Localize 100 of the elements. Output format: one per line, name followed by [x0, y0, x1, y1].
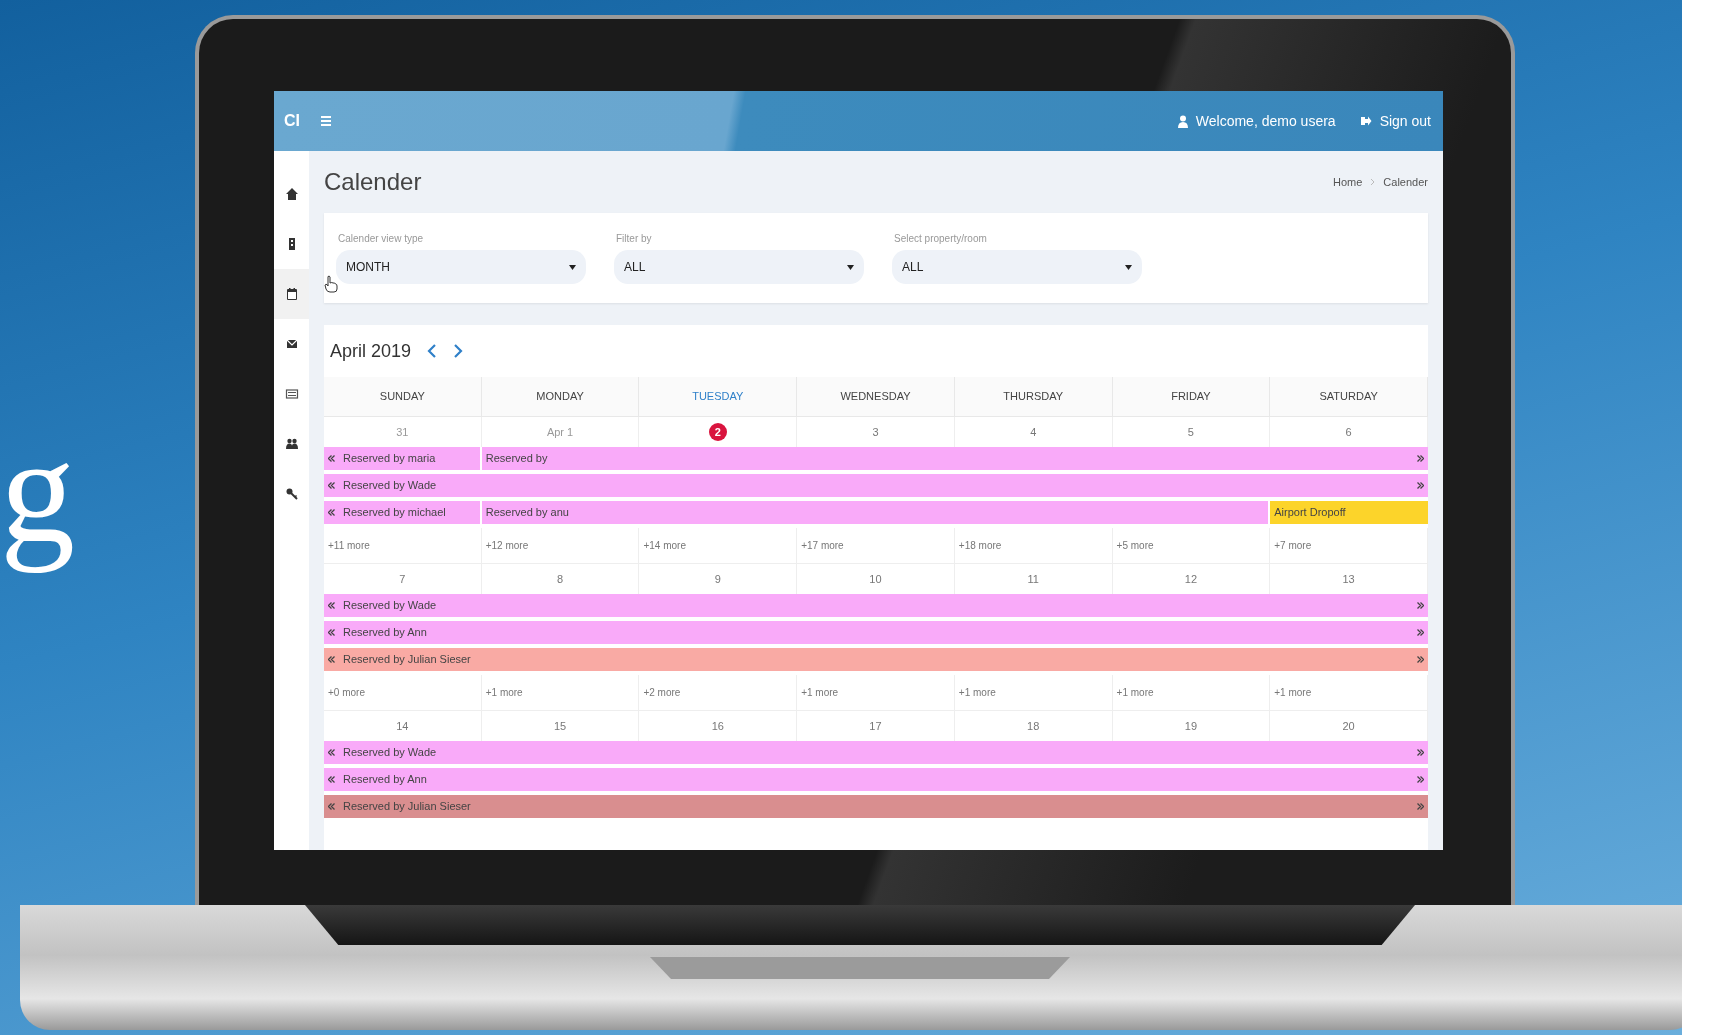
- event-bar[interactable]: Reserved by Julian Sieser: [324, 795, 1428, 818]
- breadcrumb-link[interactable]: Home: [1333, 173, 1363, 191]
- day-number[interactable]: 5: [1187, 423, 1194, 441]
- headline-letter: g: [0, 406, 75, 575]
- day-number[interactable]: 4: [1030, 423, 1037, 441]
- day-number[interactable]: 17: [869, 717, 882, 735]
- more-link[interactable]: +1 more: [801, 685, 839, 700]
- select-field[interactable]: ALL: [892, 250, 1142, 284]
- select-field[interactable]: ALL: [614, 250, 864, 284]
- day-number[interactable]: 10: [869, 570, 882, 588]
- double-chevron-left-icon[interactable]: [328, 749, 335, 756]
- day-number[interactable]: 15: [553, 717, 567, 735]
- day-number[interactable]: 6: [1345, 423, 1352, 441]
- page-title: Calender: [324, 167, 422, 197]
- double-chevron-left-icon[interactable]: [328, 482, 335, 489]
- day-number[interactable]: 8: [557, 570, 564, 588]
- more-link[interactable]: +17 more: [801, 538, 844, 553]
- card-icon: [284, 387, 299, 401]
- double-chevron-left-icon[interactable]: [328, 602, 335, 609]
- event-title: Reserved by anu: [485, 505, 569, 521]
- chevron-icon: [1370, 178, 1376, 186]
- event-bar[interactable]: Reserved by michael: [324, 501, 482, 524]
- caret-icon: [847, 264, 854, 270]
- event-bar[interactable]: Reserved by Wade: [324, 741, 1428, 764]
- event-title: Reserved by maria: [343, 451, 436, 467]
- event-bar[interactable]: Reserved by Wade: [324, 474, 1428, 497]
- more-link[interactable]: +11 more: [328, 538, 370, 553]
- day-number[interactable]: 31: [396, 423, 409, 441]
- more-link[interactable]: +5 more: [1116, 538, 1154, 553]
- weekday-header: THURSDAY: [954, 377, 1113, 417]
- double-chevron-left-icon[interactable]: [328, 803, 335, 810]
- double-chevron-right-icon[interactable]: [1417, 602, 1424, 609]
- more-link[interactable]: +1 more: [958, 685, 996, 700]
- event-bar[interactable]: Reserved by Ann: [324, 621, 1428, 644]
- event-bar[interactable]: Reserved by Julian Sieser: [324, 648, 1428, 671]
- day-number[interactable]: 7: [399, 570, 406, 588]
- event-title: Reserved by: [485, 451, 548, 467]
- weekday-header: TUESDAY: [639, 377, 798, 417]
- more-link[interactable]: +2 more: [643, 685, 681, 700]
- field-label: Select property/room: [893, 232, 988, 246]
- event-title: Reserved by Julian Sieser: [343, 799, 471, 815]
- double-chevron-left-icon[interactable]: [328, 509, 335, 516]
- event-bar[interactable]: Airport Dropoff: [1270, 501, 1428, 524]
- calendar-icon: [284, 287, 299, 301]
- more-link[interactable]: +1 more: [485, 685, 523, 700]
- more-link[interactable]: +18 more: [958, 538, 1002, 553]
- weekday-header: MONDAY: [481, 377, 640, 417]
- event-title: Reserved by Wade: [343, 478, 437, 494]
- event-bar[interactable]: Reserved by: [481, 447, 1428, 470]
- double-chevron-right-icon[interactable]: [1417, 482, 1424, 489]
- double-chevron-right-icon[interactable]: [1417, 455, 1424, 462]
- sign-out-icon[interactable]: [1359, 115, 1372, 127]
- double-chevron-left-icon[interactable]: [328, 656, 335, 663]
- event-bar[interactable]: Reserved by Wade: [324, 594, 1428, 617]
- next-icon[interactable]: [453, 344, 464, 358]
- caret-icon: [569, 264, 576, 270]
- sidebar-item[interactable]: [274, 269, 309, 319]
- today-date-badge[interactable]: 2: [708, 423, 727, 441]
- event-bar[interactable]: Reserved by Ann: [324, 768, 1428, 791]
- double-chevron-right-icon[interactable]: [1417, 749, 1424, 756]
- brand-logo[interactable]: CI: [284, 109, 320, 133]
- field-label: Calender view type: [337, 232, 425, 246]
- select-field[interactable]: MONTH: [336, 250, 586, 284]
- day-number[interactable]: 14: [396, 717, 409, 735]
- event-bar[interactable]: Reserved by maria: [324, 447, 482, 470]
- day-number[interactable]: 11: [1027, 570, 1039, 588]
- breadcrumb-current: Calender: [1383, 174, 1428, 190]
- more-link[interactable]: +14 more: [643, 538, 686, 553]
- double-chevron-left-icon[interactable]: [328, 776, 335, 783]
- double-chevron-right-icon[interactable]: [1417, 656, 1424, 663]
- sign-out-link[interactable]: Sign out: [1379, 110, 1431, 132]
- day-number[interactable]: 20: [1342, 717, 1355, 735]
- house-icon: [284, 187, 299, 201]
- event-bar[interactable]: Reserved by anu: [481, 501, 1271, 524]
- double-chevron-right-icon[interactable]: [1417, 776, 1424, 783]
- double-chevron-right-icon[interactable]: [1417, 629, 1424, 636]
- day-number[interactable]: 9: [714, 570, 721, 588]
- double-chevron-left-icon[interactable]: [328, 629, 335, 636]
- more-link[interactable]: +1 more: [1274, 685, 1312, 700]
- previous-icon[interactable]: [427, 344, 438, 358]
- more-link[interactable]: +7 more: [1274, 538, 1312, 553]
- day-number[interactable]: Apr 1: [546, 423, 574, 441]
- double-chevron-right-icon[interactable]: [1417, 803, 1424, 810]
- weekday-header: FRIDAY: [1112, 377, 1271, 417]
- menu-icon[interactable]: [320, 115, 332, 127]
- day-number[interactable]: 12: [1184, 570, 1198, 588]
- more-link[interactable]: +1 more: [1116, 685, 1154, 700]
- field-label: Filter by: [615, 232, 653, 246]
- event-title: Reserved by michael: [343, 505, 446, 521]
- double-chevron-left-icon[interactable]: [328, 455, 335, 462]
- event-title: Reserved by Wade: [343, 598, 437, 614]
- day-number[interactable]: 16: [711, 717, 724, 735]
- more-link[interactable]: +12 more: [485, 538, 529, 553]
- more-link[interactable]: +0 more: [328, 685, 365, 700]
- day-number[interactable]: 19: [1184, 717, 1198, 735]
- event-title: Reserved by Ann: [343, 772, 427, 788]
- day-number[interactable]: 3: [872, 423, 879, 441]
- day-number[interactable]: 18: [1027, 717, 1040, 735]
- event-title: Reserved by Wade: [343, 745, 437, 761]
- day-number[interactable]: 13: [1342, 570, 1355, 588]
